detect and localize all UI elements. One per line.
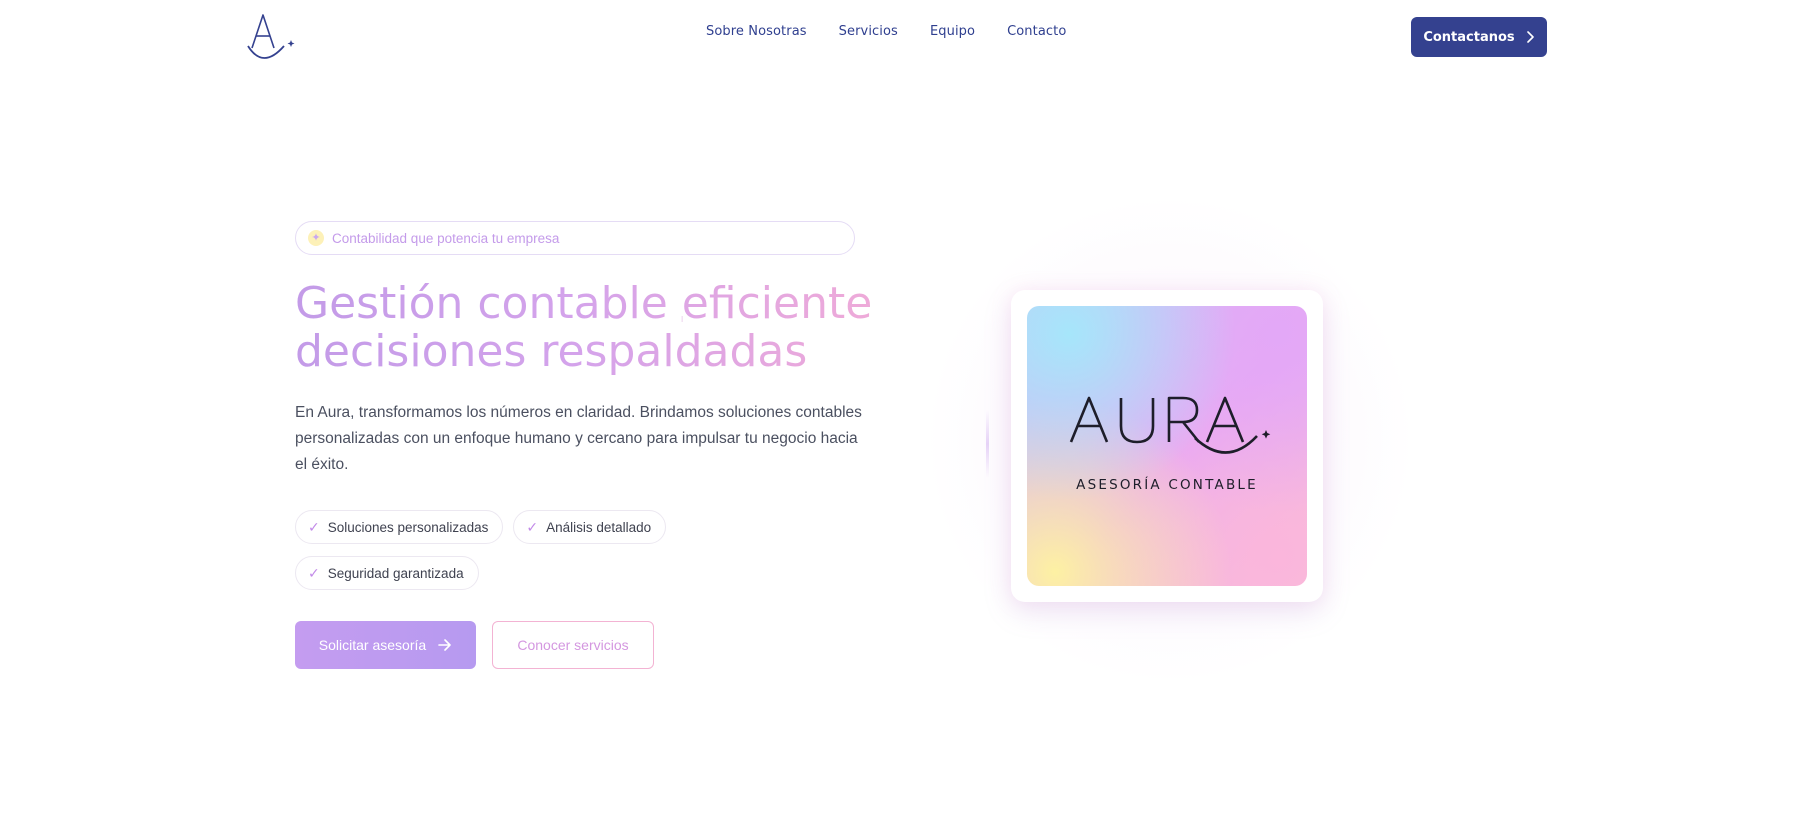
- decorative-bar: [986, 410, 989, 478]
- brand-image: ASESORÍA CONTABLE: [1027, 306, 1307, 586]
- arrow-right-icon: [438, 639, 451, 651]
- nav-contacto[interactable]: Contacto: [1007, 24, 1066, 39]
- services-button[interactable]: Conocer servicios: [492, 621, 654, 669]
- check-icon: ✓: [526, 518, 539, 535]
- hero-title-highlight: eficiente: [681, 278, 873, 329]
- request-advice-label: Solicitar asesoría: [318, 637, 427, 653]
- brand-subtitle: ASESORÍA CONTABLE: [1076, 477, 1258, 493]
- hero-title: Gestión contable eficiente decisiones re…: [295, 280, 915, 376]
- hero-title-part: Gestión contable: [295, 278, 682, 329]
- feature-label: Soluciones personalizadas: [327, 519, 489, 535]
- hero-description: En Aura, transformamos los números en cl…: [295, 404, 862, 473]
- feature-chip: ✓ Análisis detallado: [513, 510, 667, 544]
- feature-chip: ✓ Soluciones personalizadas: [295, 510, 504, 544]
- main-nav: Sobre Nosotras Servicios Equipo Contacto: [706, 24, 1066, 39]
- check-icon: ✓: [308, 564, 320, 581]
- hero-title-line-1: Gestión contable eficiente: [295, 280, 915, 328]
- feature-chips: ✓ Soluciones personalizadas ✓ Análisis d…: [295, 510, 855, 590]
- tagline-text: Contabilidad que potencia tu empresa: [332, 230, 560, 246]
- brand-card: ASESORÍA CONTABLE: [1011, 290, 1323, 602]
- contact-button-label: Contactanos: [1423, 29, 1515, 45]
- tagline-badge: ✦ Contabilidad que potencia tu empresa: [295, 221, 855, 255]
- feature-label: Seguridad garantizada: [327, 565, 464, 581]
- nav-servicios[interactable]: Servicios: [839, 24, 898, 39]
- logo-icon[interactable]: [246, 12, 304, 64]
- request-advice-button[interactable]: Solicitar asesoría: [295, 621, 476, 669]
- nav-sobre-nosotras[interactable]: Sobre Nosotras: [706, 24, 807, 39]
- hero-title-line-2: decisiones respaldadas: [295, 326, 808, 377]
- chevron-right-icon: [1526, 31, 1534, 43]
- site-header: Sobre Nosotras Servicios Equipo Contacto…: [0, 0, 1793, 72]
- nav-equipo[interactable]: Equipo: [930, 24, 975, 39]
- aura-logo: [1069, 396, 1271, 454]
- feature-chip: ✓ Seguridad garantizada: [295, 556, 479, 590]
- contact-button[interactable]: Contactanos: [1411, 17, 1547, 57]
- check-icon: ✓: [308, 518, 320, 535]
- feature-label: Análisis detallado: [546, 519, 652, 535]
- services-button-label: Conocer servicios: [517, 637, 629, 653]
- sparkle-icon: ✦: [308, 230, 324, 246]
